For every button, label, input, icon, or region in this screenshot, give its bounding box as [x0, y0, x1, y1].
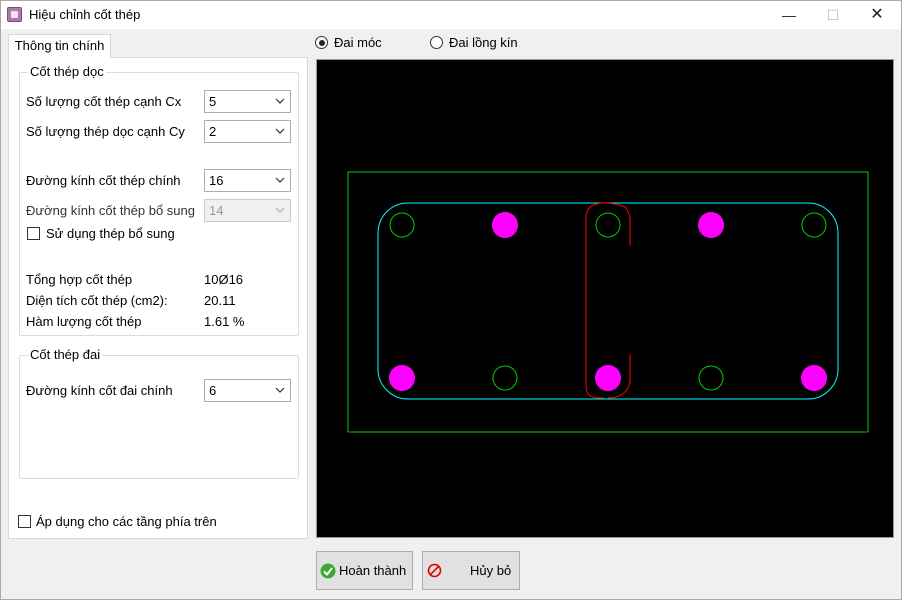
hook-stirrup-radio[interactable] [315, 36, 328, 49]
section-preview-canvas [316, 59, 894, 538]
closed-stirrup-radio[interactable] [430, 36, 443, 49]
section-outline [347, 171, 869, 433]
apply-above-label: Áp dụng cho các tầng phía trên [36, 514, 217, 529]
stirrup-diameter-select[interactable]: 6 [204, 379, 291, 402]
bar-empty [389, 212, 415, 238]
main-diameter-select[interactable]: 16 [204, 169, 291, 192]
extra-diameter-select[interactable]: 14 [204, 199, 291, 222]
cx-count-value: 5 [209, 94, 217, 109]
rebar-edit-window: Hiệu chỉnh cốt thép — ☐ ✕ Thông tin chín… [0, 0, 902, 600]
chevron-down-icon [275, 98, 285, 104]
chevron-down-icon [275, 207, 285, 213]
longitudinal-rebar-title: Cốt thép dọc [28, 64, 106, 79]
main-diameter-label: Đường kính cốt thép chính [26, 173, 181, 188]
ratio-value: 1.61 % [204, 314, 245, 329]
minimize-button[interactable]: — [767, 1, 811, 29]
title-bar: Hiệu chỉnh cốt thép — ☐ ✕ [1, 1, 901, 29]
cy-count-label: Số lượng thép dọc cạnh Cy [26, 124, 185, 139]
cancel-button[interactable]: Hủy bỏ [422, 551, 520, 590]
bar-main [698, 212, 724, 238]
bar-empty [492, 365, 518, 391]
chevron-down-icon [275, 387, 285, 393]
stirrup-diameter-value: 6 [209, 383, 217, 398]
ratio-label: Hàm lượng cốt thép [26, 314, 142, 329]
cancel-icon [427, 563, 442, 578]
area-value: 20.11 [204, 293, 236, 308]
chevron-down-icon [275, 177, 285, 183]
main-info-panel: Cốt thép dọc Số lượng cốt thép cạnh Cx 5… [8, 57, 308, 539]
summary-value: 10Ø16 [204, 272, 244, 287]
close-button[interactable]: ✕ [855, 1, 899, 29]
cx-count-label: Số lượng cốt thép cạnh Cx [26, 94, 182, 109]
stirrup-diameter-label: Đường kính cốt đai chính [26, 383, 173, 398]
bar-main [389, 365, 415, 391]
bar-empty [595, 212, 621, 238]
area-label: Diện tích cốt thép (cm2): [26, 293, 168, 308]
cx-count-select[interactable]: 5 [204, 90, 291, 113]
closed-stirrup-label[interactable]: Đai lồng kín [449, 35, 518, 50]
tab-main-info[interactable]: Thông tin chính [8, 34, 111, 58]
chevron-down-icon [275, 128, 285, 134]
bar-main [595, 365, 621, 391]
check-icon [320, 563, 336, 579]
hook-stirrup-label[interactable]: Đai móc [334, 35, 382, 50]
main-diameter-value: 16 [209, 173, 224, 188]
bar-main [801, 365, 827, 391]
extra-diameter-label: Đường kính cốt thép bổ sung [26, 203, 195, 218]
bar-empty [698, 365, 724, 391]
cancel-label: Hủy bỏ [470, 563, 512, 578]
section-drawing [347, 171, 869, 433]
extra-diameter-value: 14 [209, 203, 224, 218]
cy-count-select[interactable]: 2 [204, 120, 291, 143]
apply-above-checkbox[interactable] [18, 515, 31, 528]
maximize-button[interactable]: ☐ [811, 1, 855, 29]
summary-label: Tổng hợp cốt thép [26, 272, 133, 287]
use-extra-label: Sử dụng thép bổ sung [46, 226, 175, 241]
bar-empty [801, 212, 827, 238]
stirrup-title: Cốt thép đai [28, 347, 103, 362]
use-extra-checkbox[interactable] [27, 227, 40, 240]
app-icon [7, 7, 22, 22]
finish-button[interactable]: Hoàn thành [316, 551, 413, 590]
stirrup-group: Cốt thép đai [19, 347, 299, 479]
cy-count-value: 2 [209, 124, 217, 139]
window-title: Hiệu chỉnh cốt thép [29, 7, 141, 22]
bar-main [492, 212, 518, 238]
finish-label: Hoàn thành [339, 563, 407, 578]
